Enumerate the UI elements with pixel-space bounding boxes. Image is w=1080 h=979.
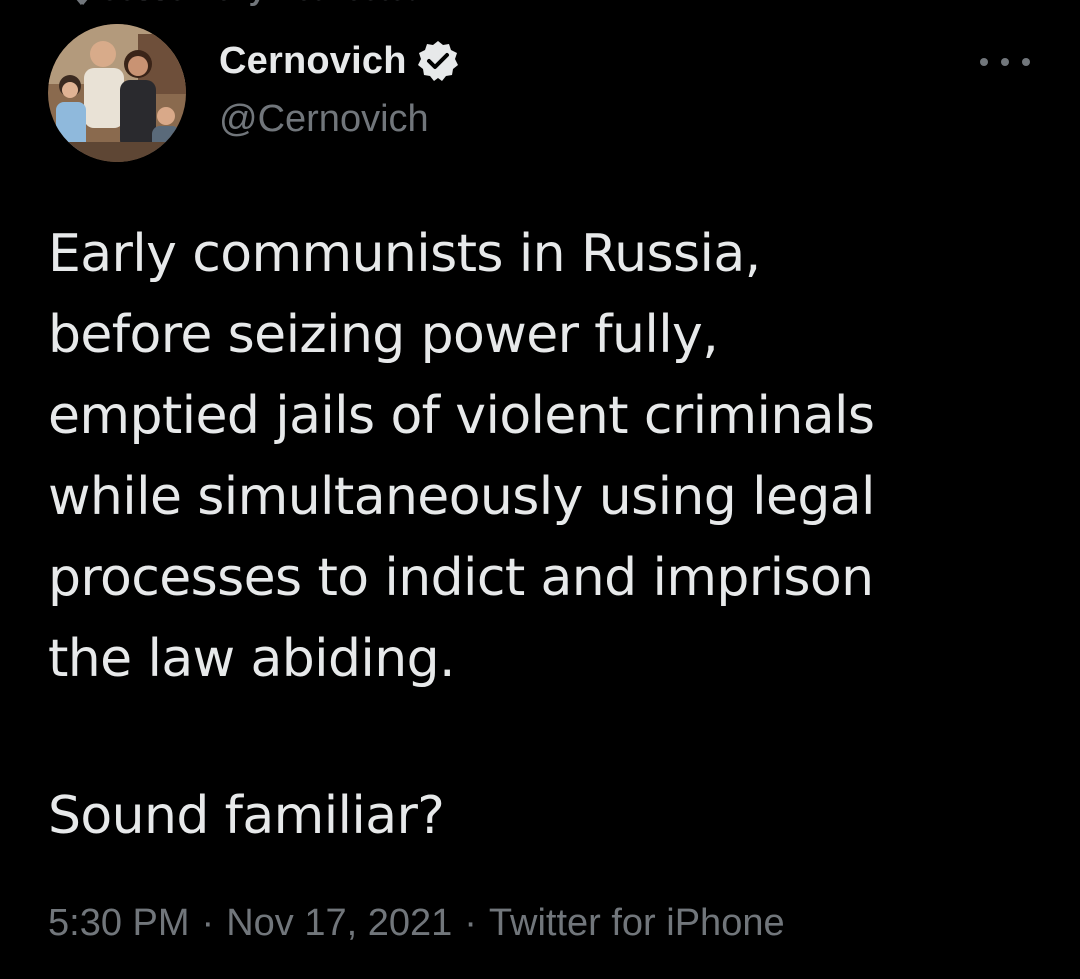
tweet-time[interactable]: 5:30 PM <box>48 902 190 945</box>
tweet-date[interactable]: Nov 17, 2021 <box>226 902 452 945</box>
more-options-icon-dot <box>1022 58 1030 66</box>
display-name[interactable]: Cernovich <box>219 40 407 83</box>
more-options-button[interactable] <box>980 48 1030 76</box>
tweet-source[interactable]: Twitter for iPhone <box>489 902 785 945</box>
verified-badge-icon[interactable] <box>415 38 461 84</box>
avatar[interactable] <box>48 24 186 162</box>
author-info[interactable]: Cernovich @Cernovich <box>219 38 461 141</box>
tweet-text-closing: Sound familiar? <box>48 786 445 846</box>
user-handle[interactable]: @Cernovich <box>219 98 461 141</box>
retweet-banner[interactable]: Jesse Kelly Retweeted <box>52 0 424 8</box>
more-options-icon-dot <box>1001 58 1009 66</box>
tweet-metadata: 5:30 PM · Nov 17, 2021 · Twitter for iPh… <box>48 902 785 945</box>
retweet-icon <box>52 0 88 8</box>
tweet-text: Early communists in Russia, before seizi… <box>48 224 875 689</box>
more-options-icon <box>980 58 988 66</box>
tweet-detail: Jesse Kelly Retweeted Cernovich <box>0 0 1080 979</box>
separator: · <box>464 902 477 944</box>
retweet-label: Jesse Kelly Retweeted <box>102 0 424 8</box>
separator: · <box>201 902 215 944</box>
